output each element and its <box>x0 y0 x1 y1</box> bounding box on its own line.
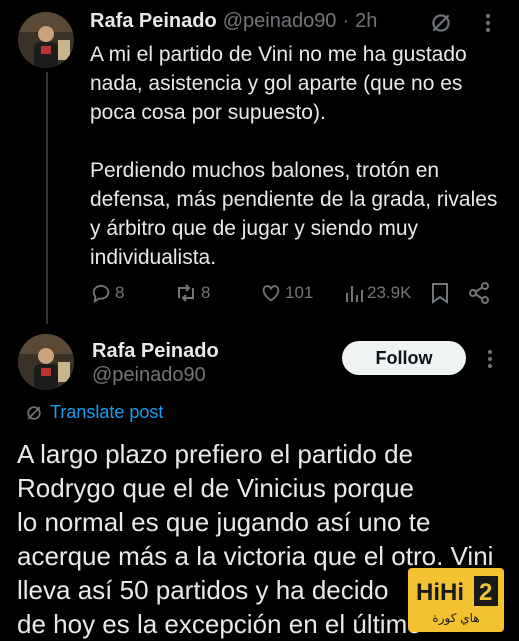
translate-icon <box>27 405 41 420</box>
reply-count: 8 <box>115 283 125 302</box>
heart-icon <box>262 285 280 302</box>
translate-label: Translate post <box>50 402 164 422</box>
tweet-header: Rafa Peinado @peinado90 · 2h <box>90 10 377 33</box>
author-name[interactable]: Rafa Peinado <box>92 340 219 363</box>
views-icon <box>346 286 363 302</box>
svg-text:HiHi: HiHi <box>416 579 464 606</box>
bookmark-icon[interactable] <box>430 282 450 309</box>
share-icon[interactable] <box>468 282 490 309</box>
author-name[interactable]: Rafa Peinado <box>90 10 217 33</box>
svg-text:هاي كورة: هاي كورة <box>432 611 479 626</box>
reply-button[interactable]: 8 <box>90 282 124 304</box>
avatar[interactable] <box>18 334 74 390</box>
retweet-icon <box>178 284 194 302</box>
reply-icon <box>92 284 110 304</box>
thread-line <box>46 72 48 324</box>
views-count: 23.9K <box>367 283 412 302</box>
action-bar: 8 8 101 23.9K <box>90 280 500 306</box>
more-options-icon[interactable] <box>480 12 496 39</box>
more-options-icon[interactable] <box>482 348 498 375</box>
text-line: lo normal es que jugando así uno te <box>17 507 431 537</box>
tweet-text: A mi el partido de Vini no me ha gustado… <box>90 43 498 269</box>
hihi2-logo: HiHi 2 هاي كورة <box>408 568 504 632</box>
avatar-image <box>18 334 74 390</box>
translate-post-link[interactable]: Translate post <box>24 402 163 423</box>
follow-button[interactable]: Follow <box>342 341 466 375</box>
grok-icon[interactable] <box>428 10 454 41</box>
retweet-count: 8 <box>201 283 211 302</box>
like-button[interactable]: 101 <box>260 282 313 304</box>
avatar-image <box>18 12 74 68</box>
text-line: Rodrygo que el de Vinicius porque <box>17 473 415 503</box>
views-button[interactable]: 23.9K <box>344 282 411 304</box>
retweet-button[interactable]: 8 <box>174 282 210 304</box>
author-handle[interactable]: @peinado90 <box>223 10 337 33</box>
avatar[interactable] <box>18 12 74 68</box>
text-line: A largo plazo prefiero el partido de <box>17 439 414 469</box>
svg-text:2: 2 <box>479 579 492 606</box>
separator: · <box>342 10 350 32</box>
like-count: 101 <box>285 283 314 302</box>
author-handle[interactable]: @peinado90 <box>92 364 206 387</box>
timestamp[interactable]: 2h <box>355 10 377 33</box>
